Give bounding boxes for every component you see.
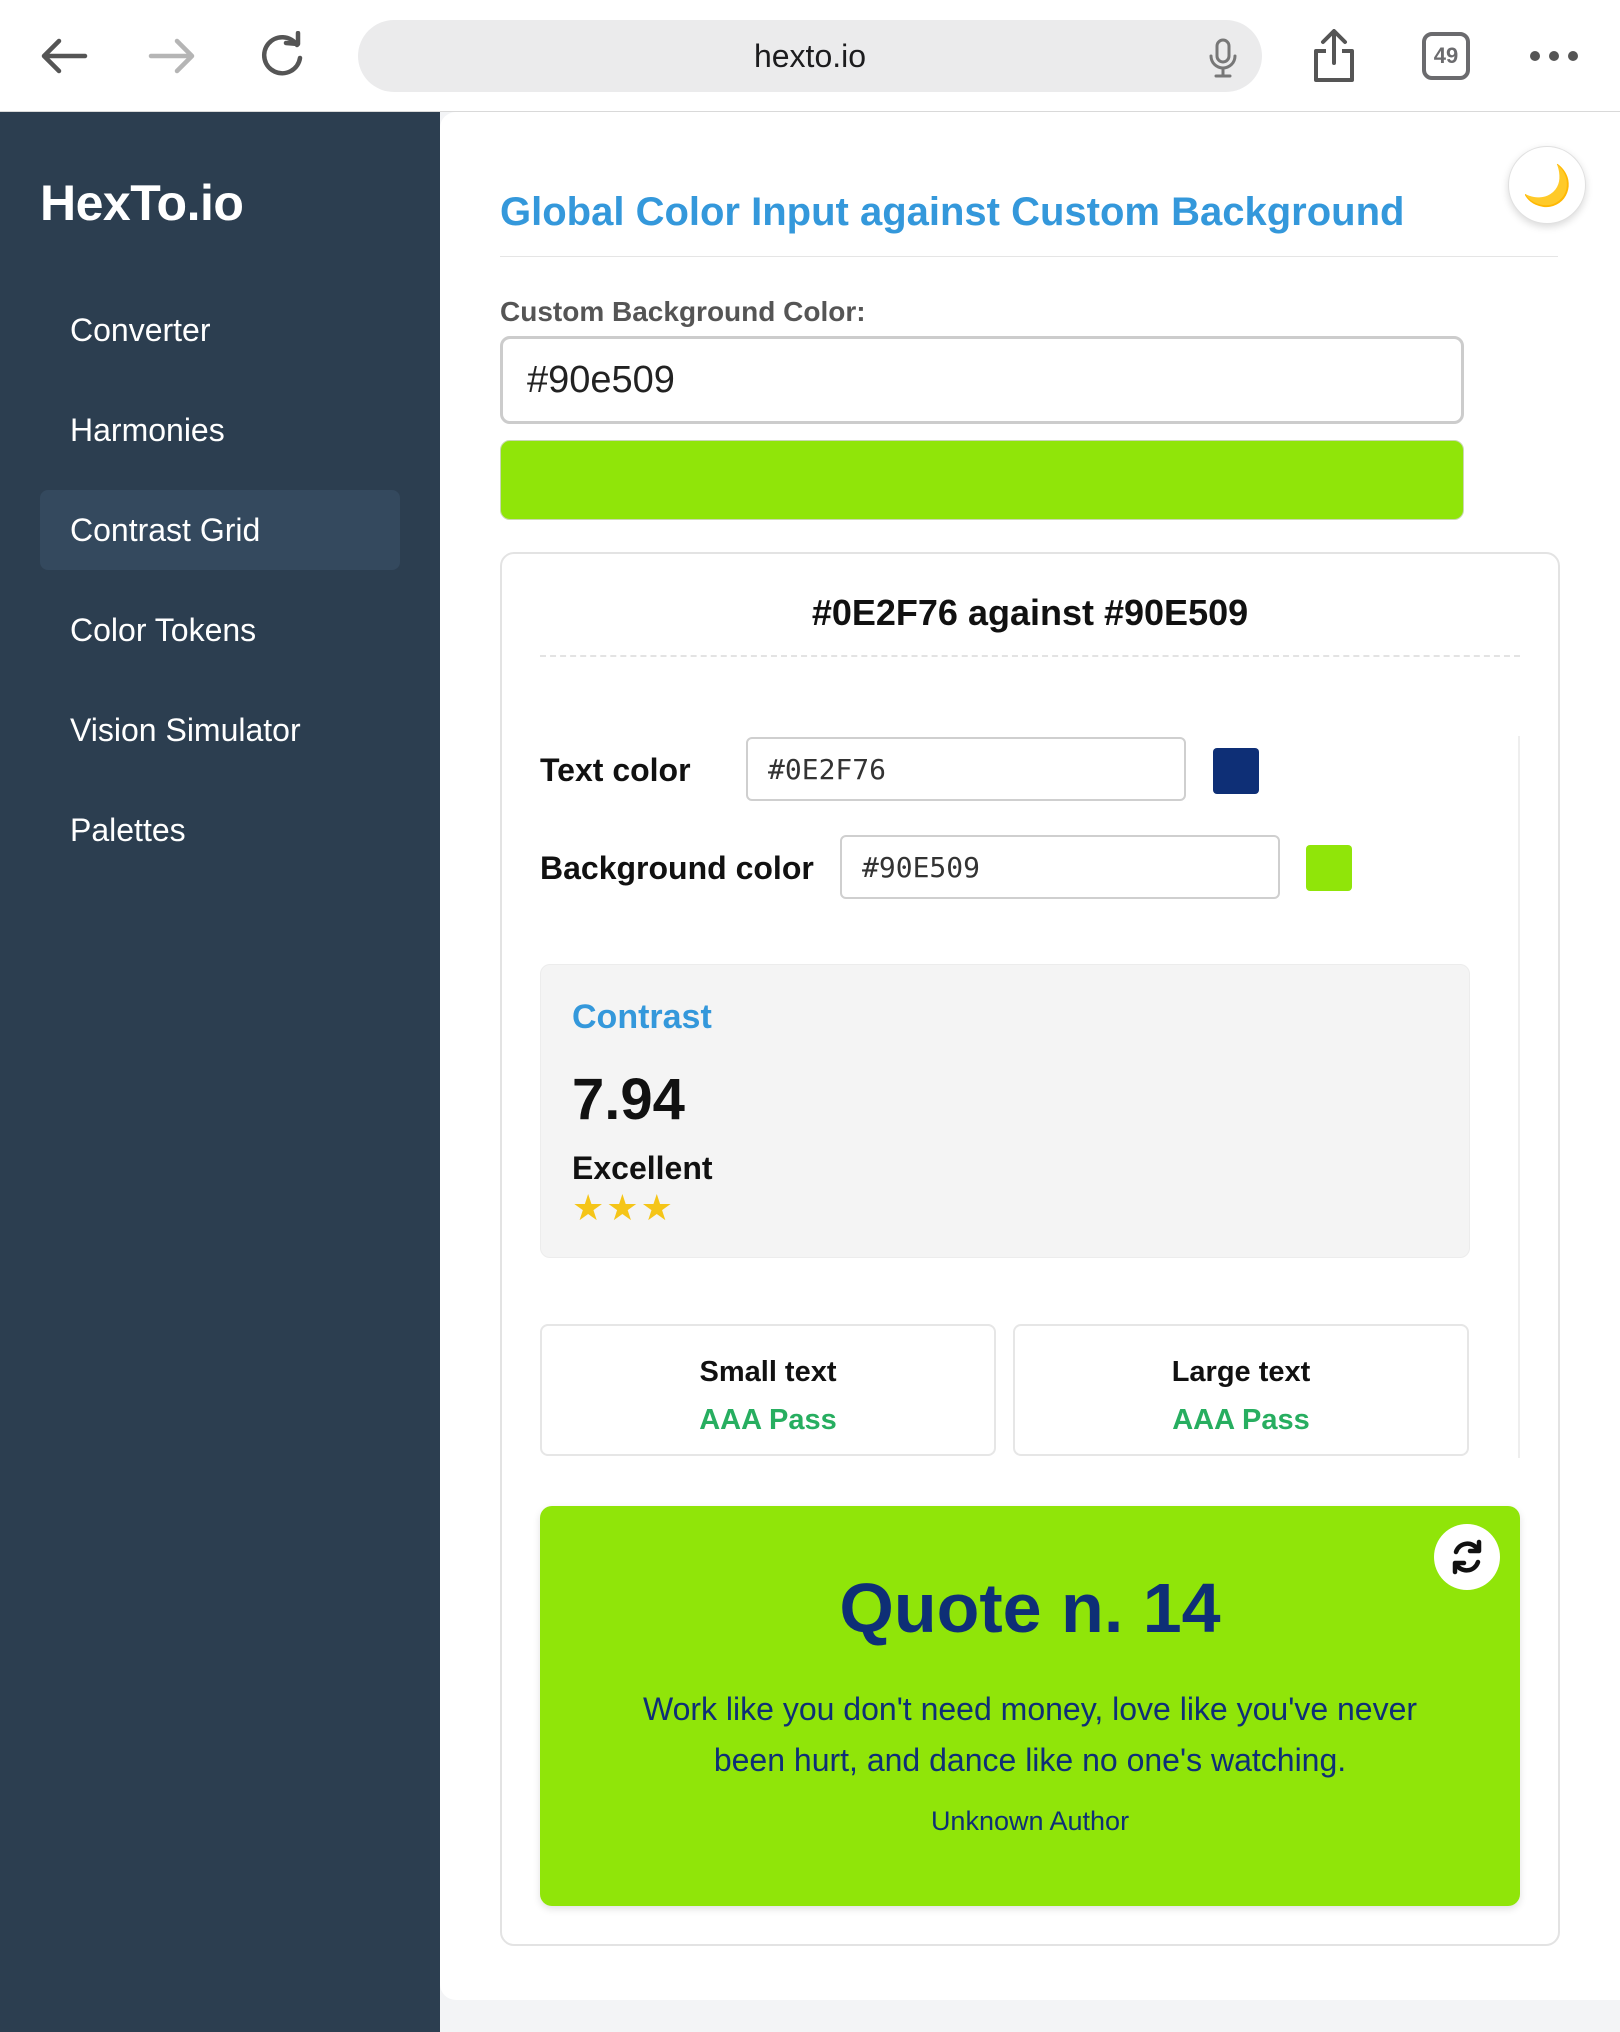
page-title: Global Color Input against Custom Backgr… [500, 190, 1405, 234]
large-text-result: AAA Pass [1172, 1404, 1310, 1436]
sidebar-item-vision-simulator[interactable]: Vision Simulator [40, 690, 400, 770]
small-text-result: AAA Pass [699, 1404, 837, 1436]
bg-color-swatch[interactable] [1306, 845, 1352, 891]
sidebar-item-converter[interactable]: Converter [40, 290, 400, 370]
sidebar-item-palettes[interactable]: Palettes [40, 790, 400, 870]
large-text-result-box: Large text AAA Pass [1013, 1324, 1469, 1456]
panel-scroll-divider [1518, 736, 1520, 1458]
more-icon[interactable] [1520, 22, 1588, 90]
bg-color-input[interactable] [840, 835, 1280, 899]
browser-toolbar: hexto.io 49 [0, 0, 1620, 112]
url-text: hexto.io [753, 37, 867, 74]
text-color-input[interactable] [746, 737, 1186, 801]
logo[interactable]: HexTo.io [40, 174, 244, 232]
sidebar-item-harmonies[interactable]: Harmonies [40, 390, 400, 470]
rating-stars: ★ ★ ★ [572, 1190, 673, 1226]
bg-color-label: Background color [540, 850, 814, 886]
quote-text: Work like you don't need money, love lik… [642, 1691, 1418, 1778]
share-icon[interactable] [1300, 22, 1368, 90]
contrast-rating: Excellent [572, 1150, 713, 1186]
contrast-ratio: 7.94 [572, 1067, 685, 1132]
custom-bg-input[interactable] [500, 336, 1464, 424]
custom-bg-label: Custom Background Color: [500, 296, 866, 327]
large-text-label: Large text [1171, 1356, 1311, 1388]
sidebar-item-color-tokens[interactable]: Color Tokens [40, 590, 400, 670]
text-color-swatch[interactable] [1213, 748, 1259, 794]
back-arrow-icon[interactable] [30, 22, 98, 90]
moon-icon: 🌙 [1522, 163, 1572, 208]
refresh-icon [1452, 1539, 1482, 1575]
quote-title: Quote n. 14 [839, 1569, 1221, 1647]
url-bar[interactable]: hexto.io [358, 20, 1262, 92]
refresh-quote-button[interactable] [1434, 1524, 1500, 1590]
star-icon: ★ [572, 1187, 605, 1228]
sidebar-nav: Converter Harmonies Contrast Grid Color … [40, 290, 400, 890]
contrast-heading: Contrast [572, 998, 712, 1036]
custom-bg-swatch [500, 440, 1464, 520]
theme-toggle-button[interactable]: 🌙 [1508, 146, 1586, 224]
small-text-result-box: Small text AAA Pass [540, 1324, 996, 1456]
sidebar-item-contrast-grid[interactable]: Contrast Grid [40, 490, 400, 570]
small-text-label: Small text [699, 1356, 837, 1388]
star-icon: ★ [606, 1187, 639, 1228]
tabs-count-icon[interactable]: 49 [1422, 32, 1470, 80]
title-divider [500, 256, 1558, 257]
quote-author: Unknown Author [930, 1806, 1130, 1836]
reload-icon[interactable] [248, 22, 316, 90]
text-color-label: Text color [540, 752, 691, 788]
star-icon: ★ [640, 1187, 673, 1228]
microphone-icon[interactable] [1208, 38, 1238, 83]
panel-divider [540, 655, 1520, 657]
sidebar: HexTo.io Converter Harmonies Contrast Gr… [0, 112, 440, 2032]
contrast-panel-title: #0E2F76 against #90E509 [811, 592, 1249, 633]
forward-arrow-icon[interactable] [138, 22, 206, 90]
